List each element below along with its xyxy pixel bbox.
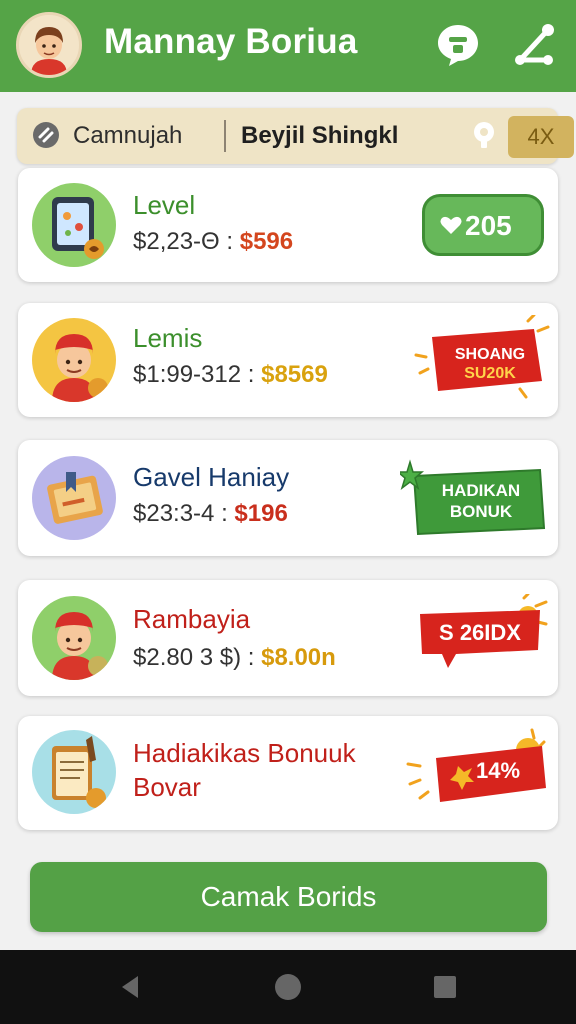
filter-chip-beyjil[interactable]: Beyjil Shingkl	[241, 122, 398, 150]
like-count-badge[interactable]: 205	[422, 194, 544, 256]
reward-card[interactable]: Lemis $1:99-312 : $8569 SHOANG SU20K	[18, 303, 558, 417]
sale-badge-line2: SU20K	[464, 365, 516, 382]
sale-badge-text: SHOANG SU20K	[442, 345, 538, 383]
sale-badge-line1: SHOANG	[454, 346, 526, 363]
profile-avatar[interactable]	[16, 12, 82, 78]
filter-bar: Camnujah Beyjil Shingkl 4X	[17, 108, 574, 164]
reward-card[interactable]: Gavel Haniay $23:3-4 : $196 HADIKAN BONU…	[18, 440, 558, 556]
card-price: $1:99-312 : $8569	[133, 361, 328, 389]
sale-badge[interactable]: SHOANG SU20K	[410, 315, 550, 399]
price-value: $196	[234, 500, 288, 527]
discount-badge-text: S 26IDX	[439, 620, 521, 645]
card-title: Lemis	[133, 323, 203, 353]
app-header: Mannay Boriua	[0, 0, 576, 92]
app-title: Mannay Boriua	[104, 22, 358, 61]
tag-icon	[33, 122, 59, 148]
like-count: 205	[465, 210, 512, 241]
discount-badge[interactable]: S 26IDX	[412, 594, 548, 678]
reward-card[interactable]: Level $2,23-Θ : $596 205	[18, 168, 558, 282]
card-title: Level	[133, 190, 196, 220]
boy-avatar-icon	[32, 318, 116, 402]
price-range: $2,23-Θ :	[133, 228, 234, 255]
chat-bubble-icon	[438, 25, 478, 66]
document-package-icon	[32, 456, 116, 540]
card-price: $2.80 3 $) : $8.00n	[133, 644, 336, 672]
card-title: Hadiakikas Bonuuk	[133, 738, 356, 768]
bonus-badge-line2: BONUK	[449, 502, 513, 521]
boy-avatar-icon	[32, 596, 116, 680]
price-value: $596	[239, 228, 294, 255]
home-icon[interactable]	[273, 972, 303, 1002]
chip-divider	[224, 120, 226, 152]
price-range: $1:99-312 :	[133, 361, 255, 388]
card-title: Gavel Haniay	[133, 462, 290, 492]
card-price: $23:3-4 : $196	[133, 500, 288, 528]
tablet-icon	[32, 183, 116, 267]
recents-icon[interactable]	[430, 972, 460, 1002]
filter-chip-camnujah[interactable]: Camnujah	[73, 122, 182, 150]
card-price: $2,23-Θ : $596	[133, 228, 293, 256]
card-title: Rambayia	[133, 604, 251, 634]
reward-card[interactable]: Rambayia $2.80 3 $) : $8.00n S 26IDX	[18, 580, 558, 696]
price-range: $23:3-4 :	[133, 500, 228, 527]
share-icon	[515, 24, 554, 65]
primary-cta-button[interactable]: Camak Borids	[30, 862, 547, 932]
bonus-badge-line1: HADIKAN	[441, 481, 521, 500]
bonus-badge[interactable]: HADIKAN BONUK	[400, 458, 546, 538]
reward-card[interactable]: Hadiakikas Bonuuk Bovar 14%	[18, 716, 558, 830]
percent-badge-text: 14%	[476, 758, 521, 783]
price-value: $8569	[261, 361, 328, 388]
lightbulb-icon[interactable]	[469, 120, 499, 152]
price-value: $8.00n	[261, 644, 336, 671]
share-button[interactable]	[510, 20, 560, 70]
chat-button[interactable]	[433, 20, 483, 70]
clipboard-icon	[32, 730, 116, 814]
boy-avatar-icon	[19, 15, 79, 75]
percent-badge[interactable]: 14%	[406, 728, 548, 816]
price-range: $2.80 3 $) :	[133, 644, 255, 671]
heart-icon	[440, 216, 462, 234]
bonus-badge-text: HADIKAN BONUK	[422, 480, 540, 522]
back-icon[interactable]	[116, 972, 146, 1002]
multiplier-badge[interactable]: 4X	[508, 116, 574, 158]
card-subtitle: Bovar	[133, 772, 201, 802]
system-nav-bar	[0, 950, 576, 1024]
